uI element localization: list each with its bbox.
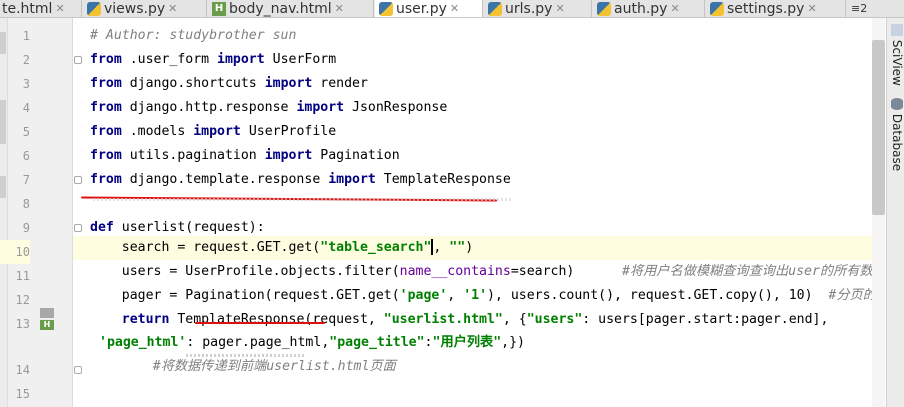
sciview-icon [891, 24, 903, 36]
code-line-5: from .models import UserProfile [90, 124, 337, 139]
line-number: 12 [15, 293, 30, 307]
database-tool-tab[interactable]: Database [886, 98, 904, 171]
warning-squiggle [93, 198, 513, 201]
line-number: 1 [22, 29, 30, 43]
tab-body-nav-html[interactable]: H body_nav.html ✕ [208, 0, 374, 17]
line-number: 14 [15, 363, 30, 377]
tool-window-marker[interactable] [0, 32, 6, 54]
database-icon [891, 98, 903, 110]
line-number-gutter: 1 2 3 4 5 6 7 8 9 10 11 12 13 14 15 H [0, 18, 82, 407]
left-tool-strip [0, 18, 8, 407]
tab-auth-py[interactable]: auth.py ✕ [593, 0, 705, 17]
line-number: 15 [15, 387, 30, 401]
python-file-icon [597, 1, 611, 16]
line-number: 13 [15, 317, 30, 331]
line-number: 2 [22, 53, 30, 67]
close-icon[interactable]: ✕ [55, 2, 64, 15]
line-number: 6 [22, 149, 30, 163]
code-line-12: pager = Pagination(request.GET.get('page… [90, 288, 876, 303]
code-line-10: search = request.GET.get("table_search",… [90, 239, 474, 255]
tool-window-marker[interactable] [0, 100, 6, 122]
code-line-3: from django.shortcuts import render [90, 76, 368, 91]
code-line-14: #将数据传递到前端userlist.html页面 [121, 359, 396, 374]
code-line-7: from django.template.response import Tem… [90, 172, 511, 187]
tab-te-html[interactable]: te.html ✕ [0, 0, 82, 17]
line-number: 3 [22, 77, 30, 91]
code-line-6: from utils.pagination import Pagination [90, 148, 400, 163]
code-line-1: # Author: studybrother sun [90, 28, 297, 43]
tab-overflow-button[interactable]: ≡2 [847, 0, 904, 17]
code-line-2: from .user_form import UserForm [90, 52, 337, 67]
python-file-icon [710, 1, 724, 16]
python-file-icon [488, 1, 502, 16]
python-file-icon [87, 1, 101, 16]
sciview-tool-tab[interactable]: SciView [886, 24, 904, 86]
line-number: 10 [0, 240, 30, 264]
navigate-to-template-icon[interactable]: H [40, 308, 58, 332]
line-number: 5 [22, 125, 30, 139]
tool-window-marker[interactable] [0, 122, 6, 144]
editor-tab-bar: te.html ✕ views.py ✕ H body_nav.html ✕ u… [0, 0, 904, 18]
line-number: 11 [15, 269, 30, 283]
close-icon[interactable]: ✕ [555, 2, 564, 15]
code-line-11: users = UserProfile.objects.filter(name_… [90, 264, 873, 279]
html-file-icon: H [212, 1, 226, 16]
scrollbar-thumb[interactable] [872, 40, 885, 215]
tab-urls-py[interactable]: urls.py ✕ [484, 0, 592, 17]
close-icon[interactable]: ✕ [168, 2, 177, 15]
code-line-13-continued: 'page_html': pager.page_html,"page_title… [99, 335, 525, 350]
code-editor[interactable]: # Author: studybrother sun from .user_fo… [73, 18, 885, 407]
python-file-icon [379, 1, 393, 16]
red-underline-annotation [195, 322, 325, 324]
line-number: 9 [22, 221, 30, 235]
code-line-4: from django.http.response import JsonRes… [90, 100, 448, 115]
tab-settings-py[interactable]: settings.py ✕ [706, 0, 846, 17]
close-icon[interactable]: ✕ [807, 2, 816, 15]
code-line-13: return TemplateResponse(request, "userli… [90, 312, 829, 327]
close-icon[interactable]: ✕ [335, 2, 344, 15]
line-number: 4 [22, 101, 30, 115]
tool-window-marker[interactable] [0, 176, 6, 198]
close-icon[interactable]: ✕ [450, 2, 459, 15]
tab-views-py[interactable]: views.py ✕ [83, 0, 207, 17]
close-icon[interactable]: ✕ [670, 2, 679, 15]
tab-user-py[interactable]: user.py ✕ [375, 0, 483, 17]
line-number: 8 [22, 197, 30, 211]
line-number: 7 [22, 173, 30, 187]
